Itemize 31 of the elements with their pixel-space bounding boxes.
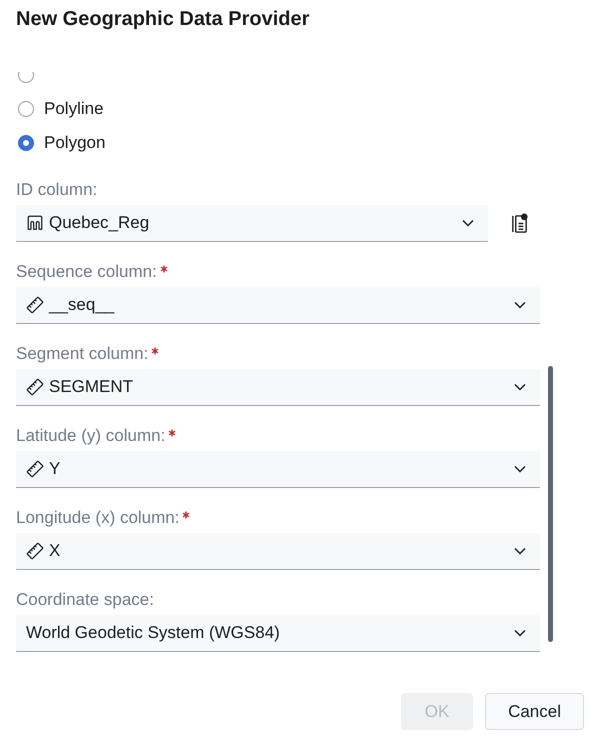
chevron-icon xyxy=(514,465,526,473)
ruler-icon xyxy=(26,460,44,478)
dropdown[interactable]: World Geodetic System (WGS84) xyxy=(16,615,540,652)
dropdown[interactable]: Y xyxy=(16,451,540,488)
field-label: Sequence column: xyxy=(16,261,157,283)
field-label: Longitude (x) column: xyxy=(16,507,180,529)
dropdown[interactable]: Quebec_Reg xyxy=(16,205,488,242)
cancel-button[interactable]: Cancel xyxy=(485,693,584,730)
scrollbar[interactable] xyxy=(548,366,553,642)
chevron-icon xyxy=(514,547,526,555)
field-label: Segment column: xyxy=(16,343,148,365)
chevron-icon xyxy=(462,219,474,227)
chevron-icon xyxy=(514,301,526,309)
radio-label: Polygon xyxy=(44,133,106,153)
dropdown[interactable]: __seq__ xyxy=(16,287,540,324)
field-label: ID column: xyxy=(16,179,98,201)
ruler-icon xyxy=(26,378,44,396)
document-icon xyxy=(510,213,529,234)
radio-label: Polyline xyxy=(44,99,104,119)
radio-button[interactable] xyxy=(18,135,34,151)
field-label: Latitude (y) column: xyxy=(16,425,166,447)
dropdown[interactable]: SEGMENT xyxy=(16,369,540,406)
ruler-icon xyxy=(26,296,44,314)
dropdown[interactable]: X xyxy=(16,533,540,570)
dialog-title: New Geographic Data Provider xyxy=(15,7,310,32)
shape-icon xyxy=(26,214,44,232)
chevron-icon xyxy=(514,383,526,391)
field-label: Coordinate space: xyxy=(16,589,154,611)
chevron-icon xyxy=(514,629,526,637)
ruler-icon xyxy=(26,542,44,560)
radio-button[interactable] xyxy=(18,101,34,117)
